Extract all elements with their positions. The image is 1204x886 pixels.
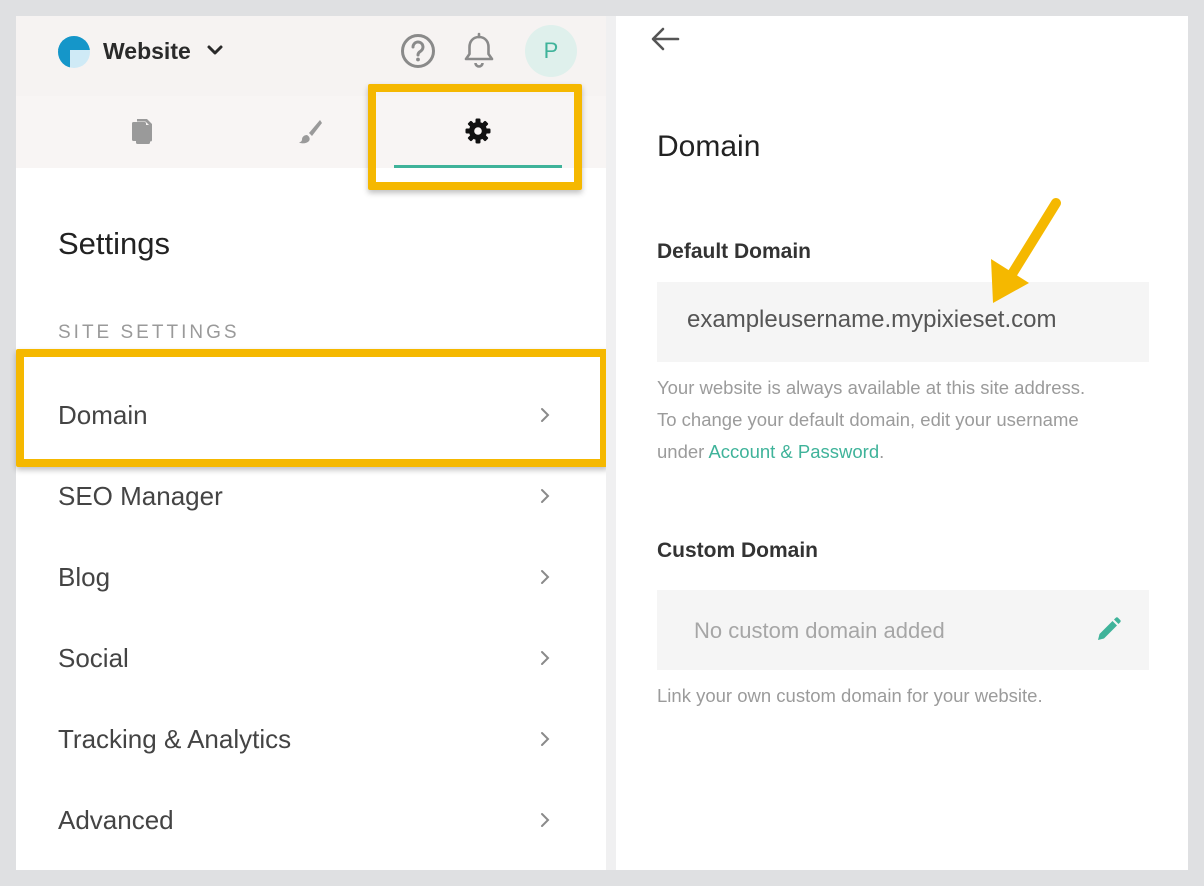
brush-icon xyxy=(299,120,322,144)
domain-panel: Domain Default Domain exampleusername.my… xyxy=(616,16,1188,870)
menu-item-advanced[interactable]: Advanced xyxy=(16,781,606,861)
menu-item-label: Tracking & Analytics xyxy=(58,724,292,754)
custom-domain-field[interactable]: No custom domain added xyxy=(657,590,1149,670)
menu-item-label: SEO Manager xyxy=(58,481,223,511)
chevron-right-icon xyxy=(541,570,550,584)
help-line: under Account & Password. xyxy=(657,436,1157,468)
panel-title: Domain xyxy=(657,130,761,163)
menu-item-label: Advanced xyxy=(58,805,174,835)
back-arrow-icon[interactable] xyxy=(648,24,682,54)
chevron-right-icon xyxy=(541,489,550,503)
chevron-right-icon xyxy=(541,813,550,827)
menu-item-blog[interactable]: Blog xyxy=(16,538,606,618)
site-logo[interactable] xyxy=(58,36,90,68)
settings-title: Settings xyxy=(58,226,171,261)
annotation-arrow xyxy=(991,198,1061,303)
menu-item-label: Blog xyxy=(58,562,111,592)
menu-item-tracking-analytics[interactable]: Tracking & Analytics xyxy=(16,700,606,780)
chevron-right-icon xyxy=(541,651,550,665)
custom-domain-help: Link your own custom domain for your web… xyxy=(657,685,1043,706)
site-name[interactable]: Website xyxy=(103,38,191,65)
custom-domain-label: Custom Domain xyxy=(657,539,819,562)
section-label: SITE SETTINGS xyxy=(58,322,240,343)
help-suffix: . xyxy=(879,441,885,462)
help-icon[interactable] xyxy=(400,33,436,69)
default-domain-field: exampleusername.mypixieset.com xyxy=(657,282,1149,362)
pages-icon xyxy=(132,119,152,144)
chevron-right-icon xyxy=(541,732,550,746)
settings-sidebar: Website P Settings SITE SETTINGS Domain … xyxy=(16,16,616,870)
highlight-settings-tab xyxy=(368,84,582,190)
menu-item-social[interactable]: Social xyxy=(16,619,606,699)
default-domain-value: exampleusername.mypixieset.com xyxy=(687,306,1057,333)
custom-domain-placeholder: No custom domain added xyxy=(694,618,945,643)
menu-item-label: Social xyxy=(58,643,129,673)
app-frame: Website P Settings SITE SETTINGS Domain … xyxy=(16,16,1188,870)
help-line: Your website is always available at this… xyxy=(657,377,1086,398)
default-domain-label: Default Domain xyxy=(657,240,812,263)
default-domain-help: Your website is always available at this… xyxy=(657,372,1157,468)
menu-item-seo-manager[interactable]: SEO Manager xyxy=(16,457,606,537)
tab-pages[interactable] xyxy=(58,96,226,168)
pane-divider xyxy=(606,16,616,870)
chevron-down-icon[interactable] xyxy=(206,41,224,59)
bell-icon[interactable] xyxy=(462,32,496,70)
pencil-icon[interactable] xyxy=(1094,616,1122,644)
help-line: To change your default domain, edit your… xyxy=(657,409,1079,430)
avatar[interactable]: P xyxy=(525,25,577,77)
account-password-link[interactable]: Account & Password xyxy=(708,441,879,462)
highlight-domain-item xyxy=(16,349,608,467)
help-prefix: under xyxy=(657,441,709,462)
